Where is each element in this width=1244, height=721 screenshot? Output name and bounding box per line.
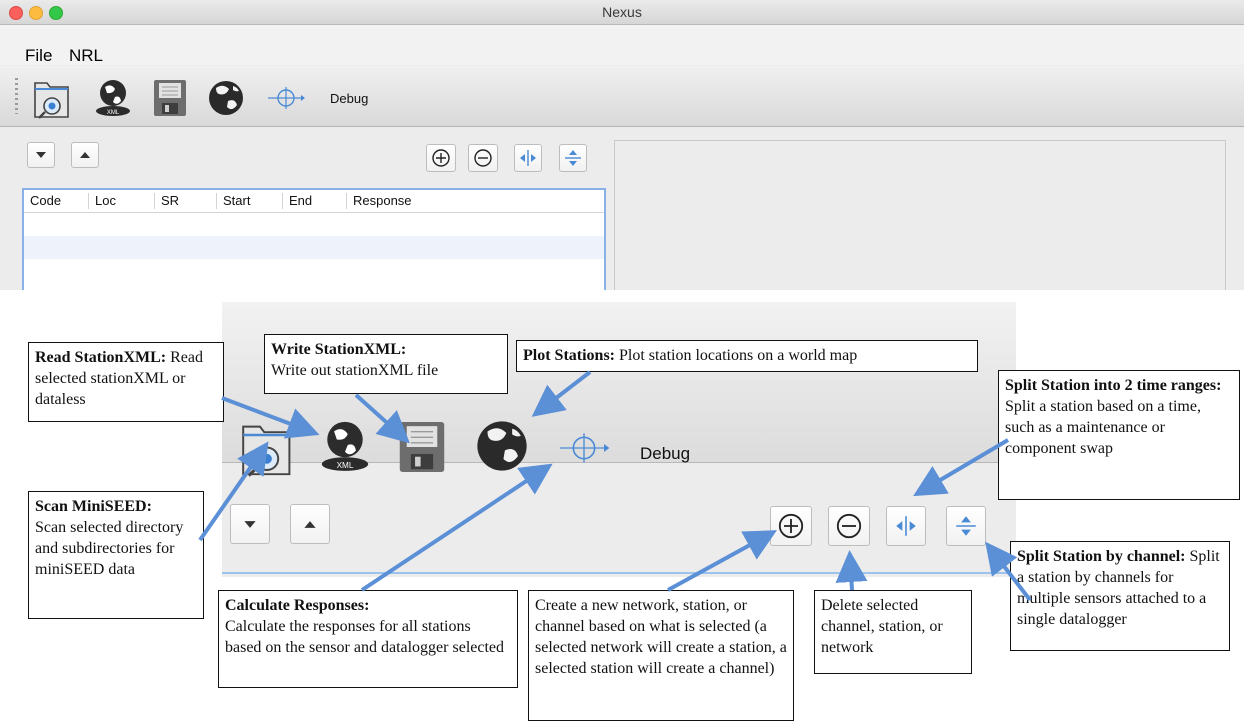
callout-title: Calculate Responses: [225, 597, 370, 614]
callout-split-time: Split Station into 2 time ranges: Split … [998, 370, 1240, 500]
crosshair-icon [560, 433, 610, 463]
plus-circle-icon [432, 149, 450, 167]
move-down-button[interactable] [27, 142, 55, 168]
crosshair-icon [268, 87, 305, 109]
zoom-delete-item-button [828, 506, 870, 546]
menu-file[interactable]: File [25, 46, 52, 66]
window-title: Nexus [602, 4, 642, 20]
floppy-save-icon [154, 80, 186, 116]
callout-scan-miniseed: Scan MiniSEED: Scan selected directory a… [28, 491, 204, 619]
split-horizontal-icon [896, 516, 916, 536]
split-time-button[interactable] [514, 144, 542, 172]
callout-body: Create a new network, station, or channe… [535, 597, 787, 677]
svg-text:XML: XML [337, 461, 354, 470]
zoomed-table-edge [222, 572, 1016, 574]
read-stationxml-button[interactable]: XML [90, 74, 136, 120]
floppy-save-icon [399, 422, 445, 472]
zoom-add-item-button [770, 506, 812, 546]
chevron-down-icon [36, 152, 46, 158]
callout-write-stationxml: Write StationXML: Write out stationXML f… [264, 334, 508, 394]
callout-title: Split Station by channel: [1017, 548, 1186, 565]
callout-body: Write out stationXML file [271, 362, 439, 379]
zoom-read-stationxml-button: XML [314, 412, 376, 478]
calculate-responses-button[interactable] [264, 80, 308, 116]
plot-stations-button[interactable] [204, 76, 248, 120]
callout-title: Split Station into 2 time ranges: [1005, 377, 1222, 394]
scan-miniseed-button[interactable] [30, 76, 74, 122]
svg-text:XML: XML [107, 110, 120, 116]
callout-body: Scan selected directory and subdirectori… [35, 519, 184, 578]
write-stationxml-button[interactable] [150, 76, 190, 120]
zoom-debug-label: Debug [640, 444, 691, 463]
column-header-sr[interactable]: SR [154, 193, 216, 209]
zoom-split-time-button [886, 506, 926, 546]
chevron-down-icon [244, 520, 256, 528]
minus-circle-icon [474, 149, 492, 167]
chevron-up-icon [304, 520, 316, 528]
plus-circle-icon [778, 513, 804, 539]
table-row[interactable] [24, 259, 604, 282]
column-header-start[interactable]: Start [216, 193, 282, 209]
callout-title: Plot Stations: [523, 347, 615, 364]
split-channel-button[interactable] [559, 144, 587, 172]
menu-bar [0, 25, 1244, 65]
table-row[interactable] [24, 236, 604, 259]
chevron-up-icon [80, 152, 90, 158]
column-header-end[interactable]: End [282, 193, 346, 209]
zoom-write-stationxml-button [394, 414, 450, 480]
xml-globe-icon: XML [321, 421, 369, 471]
app-window: Nexus File NRL XML Debug Code Loc SR Sta… [0, 0, 1244, 290]
zoom-scan-miniseed-button [236, 412, 298, 486]
table-row[interactable] [24, 213, 604, 236]
move-up-button[interactable] [71, 142, 99, 168]
split-vertical-icon [565, 150, 581, 166]
globe-icon [477, 421, 527, 471]
callout-calculate-responses: Calculate Responses: Calculate the respo… [218, 590, 518, 688]
toolbar-grip[interactable] [15, 78, 18, 114]
callout-body: Plot station locations on a world map [619, 347, 858, 364]
channel-table[interactable]: Code Loc SR Start End Response [22, 188, 606, 290]
globe-icon [209, 81, 243, 115]
column-header-code[interactable]: Code [24, 193, 88, 209]
menu-nrl[interactable]: NRL [69, 46, 103, 66]
add-item-button[interactable] [426, 144, 456, 172]
callout-read-stationxml: Read StationXML: Read selected stationXM… [28, 342, 224, 422]
folder-scan-icon [34, 82, 69, 119]
callout-body: Delete selected channel, station, or net… [821, 597, 943, 656]
debug-button[interactable]: Debug [330, 91, 368, 106]
callout-split-channel: Split Station by channel: Split a statio… [1010, 541, 1230, 651]
split-vertical-icon [956, 516, 976, 536]
zoom-plot-stations-button [472, 414, 532, 478]
plot-pane [614, 140, 1226, 290]
callout-delete-selected: Delete selected channel, station, or net… [814, 590, 972, 674]
minus-circle-icon [836, 513, 862, 539]
zoom-move-down-button [230, 504, 270, 544]
split-horizontal-icon [520, 150, 536, 166]
callout-create-new: Create a new network, station, or channe… [528, 590, 794, 721]
column-header-loc[interactable]: Loc [88, 193, 154, 209]
delete-item-button[interactable] [468, 144, 498, 172]
callout-plot-stations: Plot Stations: Plot station locations on… [516, 340, 978, 372]
callout-title: Scan MiniSEED: [35, 498, 152, 515]
folder-scan-icon [242, 425, 291, 477]
zoom-move-up-button [290, 504, 330, 544]
callout-title: Write StationXML: [271, 341, 407, 358]
table-header: Code Loc SR Start End Response [24, 190, 604, 213]
zoom-split-channel-button [946, 506, 986, 546]
callout-body: Split a station based on a time, such as… [1005, 398, 1201, 457]
xml-globe-icon: XML [96, 80, 130, 116]
column-header-response[interactable]: Response [346, 193, 604, 209]
title-bar: Nexus [0, 0, 1244, 25]
callout-body: Calculate the responses for all stations… [225, 618, 505, 656]
callout-title: Read StationXML: [35, 349, 167, 366]
zoom-calculate-responses-button [554, 426, 614, 470]
